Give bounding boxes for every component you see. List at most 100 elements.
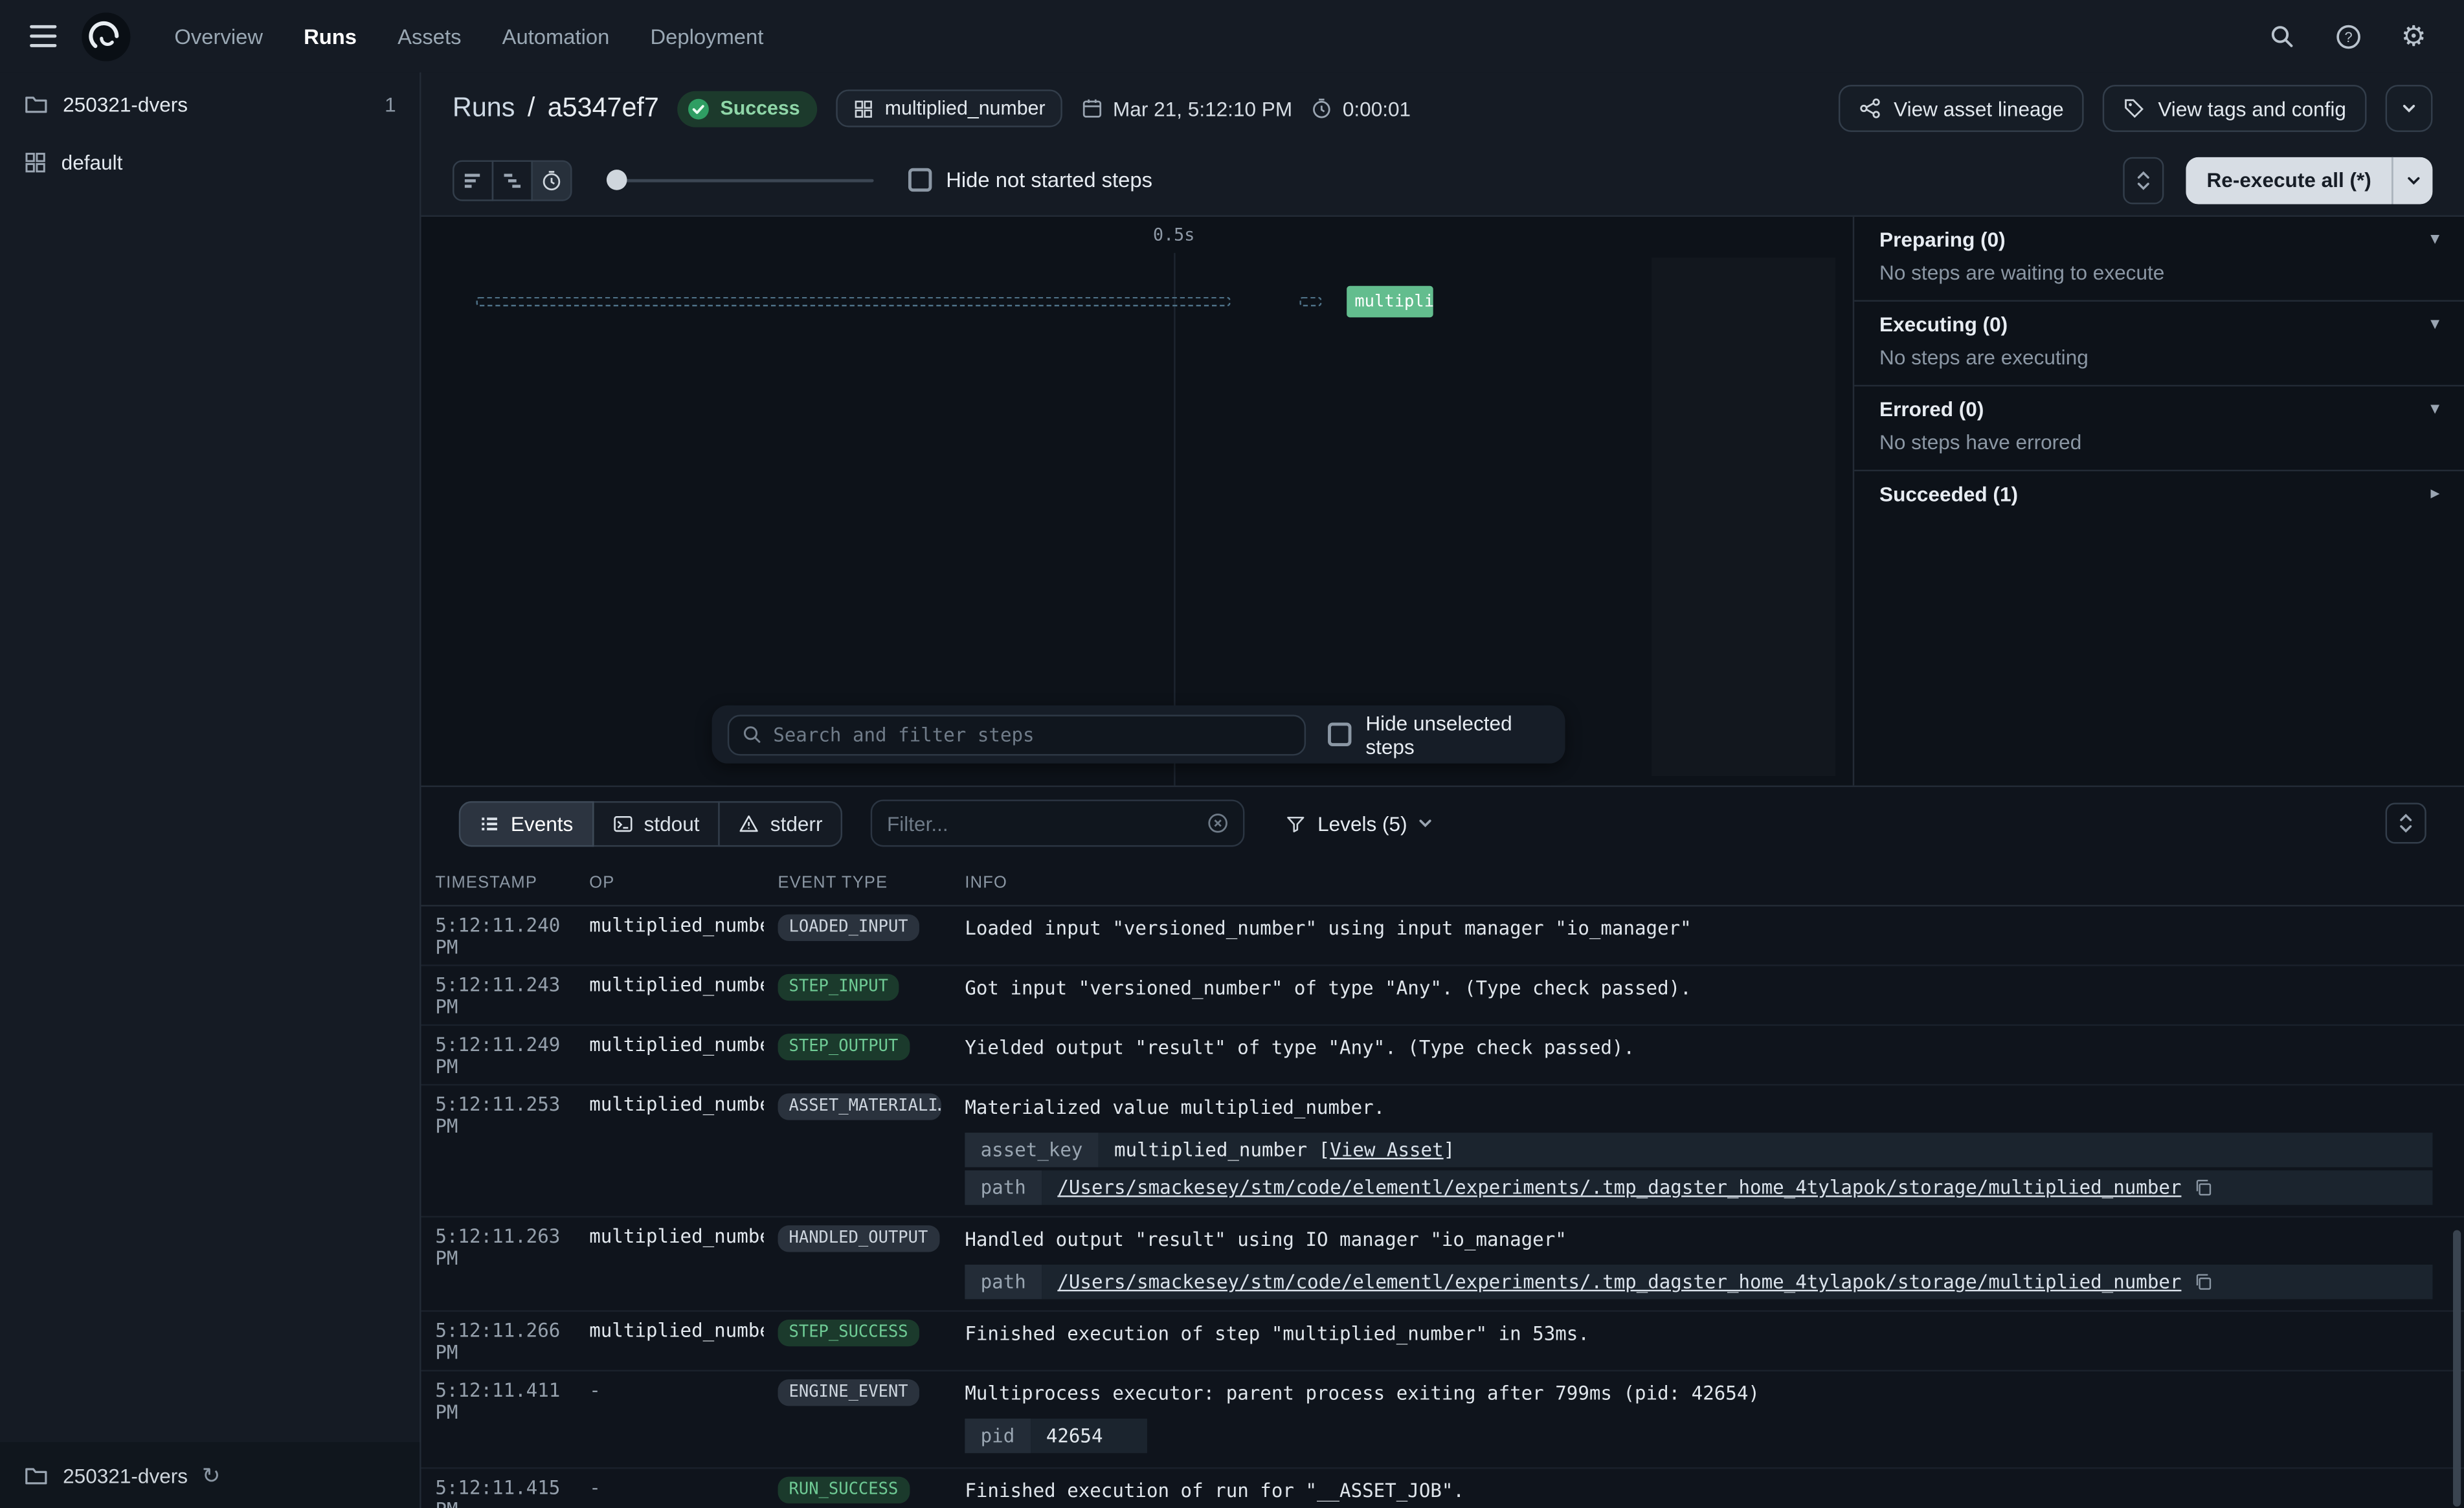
nav-overview[interactable]: Overview [174,25,263,48]
metadata-label: path [965,1265,1042,1299]
view-asset-link[interactable]: View Asset [1330,1136,1443,1164]
hide-unselected-checkbox[interactable]: Hide unselected steps [1328,711,1549,758]
event-type-cell: STEP_SUCCESS [764,1320,951,1351]
timer-icon [1311,97,1333,119]
path-link[interactable]: /Users/smackesey/stm/code/elementl/exper… [1057,1268,2181,1296]
event-timestamp[interactable]: 5:12:11.263 PM [421,1225,576,1269]
event-log-row: 5:12:11.253 PM multiplied_number ASSET_M… [421,1085,2464,1217]
check-circle-icon [688,96,711,120]
gantt-ruler-label: 0.5s [1153,225,1194,245]
event-timestamp[interactable]: 5:12:11.266 PM [421,1320,576,1364]
log-filter-input[interactable] [887,812,1196,835]
levels-dropdown-button[interactable]: Levels (5) [1270,799,1450,847]
event-timestamp[interactable]: 5:12:11.415 PM [421,1477,576,1508]
event-info-cell: Loaded input "versioned_number" using in… [951,915,2464,943]
gantt-step-box[interactable]: multipli… [1347,286,1433,318]
chevron-down-icon [2401,100,2417,116]
log-expand-button[interactable] [2386,803,2426,843]
waterfall-view-icon[interactable] [492,159,533,200]
event-log-row: 5:12:11.243 PM multiplied_number STEP_IN… [421,966,2464,1026]
path-link[interactable]: /Users/smackesey/stm/code/elementl/exper… [1057,1173,2181,1202]
breadcrumb-runs-link[interactable]: Runs [453,93,515,124]
event-info-text: Multiprocess executor: parent process ex… [965,1379,2432,1408]
vertical-scrollbar-thumb[interactable] [2453,1230,2461,1507]
chevron-down-icon: ▾ [2431,316,2439,333]
metadata-row: asset_keymultiplied_number [View Asset] [965,1133,2432,1167]
run-id: a5347ef7 [548,93,659,124]
job-chip[interactable]: multiplied_number [836,89,1062,127]
event-op: multiplied_number [575,915,763,937]
checkbox-box[interactable] [908,168,932,192]
zoom-slider[interactable] [607,178,874,181]
step-section-title: Preparing (0) [1879,228,2006,251]
checkbox-box[interactable] [1328,723,1351,746]
metadata-value: 42654 [1031,1419,1147,1453]
event-timestamp[interactable]: 5:12:11.249 PM [421,1034,576,1078]
copy-icon[interactable] [2194,1178,2213,1197]
reexecute-dropdown-button[interactable] [2391,157,2432,204]
event-info-cell: Finished execution of run for "__ASSET_J… [951,1477,2464,1505]
nav-deployment[interactable]: Deployment [650,25,763,48]
step-section-succeeded: Succeeded (1) ▸ [1854,470,2464,515]
step-section-header[interactable]: Executing (0) ▾ [1854,302,2464,346]
nav-runs[interactable]: Runs [304,25,357,48]
gantt-overflow-band [1652,258,1835,776]
step-search-input[interactable] [773,724,1292,746]
sidebar-item-repo[interactable]: 250321-dvers 1 [0,72,420,135]
chevron-down-icon: ▾ [2431,401,2439,418]
reload-icon[interactable]: ↻ [202,1464,220,1486]
event-timestamp[interactable]: 5:12:11.253 PM [421,1093,576,1137]
tab-stdout[interactable]: stdout [592,801,720,846]
event-info-cell: Materialized value multiplied_number. as… [951,1093,2464,1210]
view-tags-config-button[interactable]: View tags and config [2103,85,2366,132]
log-filter-box[interactable] [871,799,1246,847]
step-section-executing: Executing (0) ▾ No steps are executing [1854,300,2464,385]
metadata-value: multiplied_number [View Asset] [1099,1133,2433,1167]
copy-icon[interactable] [2194,1272,2213,1291]
sidebar-item-default[interactable]: default [0,135,420,189]
view-asset-lineage-button[interactable]: View asset lineage [1839,85,2084,132]
tab-stderr[interactable]: stderr [719,801,843,846]
event-timestamp[interactable]: 5:12:11.411 PM [421,1379,576,1423]
help-icon[interactable]: ? [2325,14,2369,58]
hide-not-started-label: Hide not started steps [946,168,1152,192]
event-info-text: Yielded output "result" of type "Any". (… [965,1034,2432,1062]
gear-icon[interactable]: ⚙ [2391,14,2436,58]
event-type-chip: ENGINE_EVENT [778,1379,919,1406]
flat-view-icon[interactable] [453,159,493,200]
event-log-section: Events stdout stderr [421,786,2464,1508]
tab-label: Events [511,812,573,835]
event-timestamp[interactable]: 5:12:11.240 PM [421,915,576,959]
step-section-header[interactable]: Succeeded (1) ▸ [1854,471,2464,515]
log-toolbar: Events stdout stderr [421,787,2464,859]
metadata-label: path [965,1170,1042,1204]
event-info-cell: Got input "versioned_number" of type "An… [951,974,2464,1003]
menu-icon[interactable] [22,16,63,56]
step-search-box[interactable] [728,714,1306,755]
event-info-text: Finished execution of run for "__ASSET_J… [965,1477,2432,1505]
clear-filter-icon[interactable] [1207,812,1229,834]
metadata-label: pid [965,1419,1030,1453]
dagster-app: Overview Runs Assets Automation Deployme… [0,0,2464,1508]
dagster-logo[interactable] [82,12,130,60]
step-section-body: No steps are waiting to execute [1854,261,2464,300]
sidebar-footer[interactable]: 250321-dvers ↻ [0,1442,420,1508]
zoom-slider-knob[interactable] [607,169,627,190]
nav-automation[interactable]: Automation [502,25,610,48]
nav-assets[interactable]: Assets [398,25,461,48]
run-actions-dropdown-button[interactable] [2386,85,2433,132]
event-log-row: 5:12:11.415 PM - RUN_SUCCESS Finished ex… [421,1469,2464,1508]
search-icon[interactable] [2259,14,2303,58]
event-timestamp[interactable]: 5:12:11.243 PM [421,974,576,1018]
step-section-header[interactable]: Preparing (0) ▾ [1854,217,2464,261]
hide-not-started-checkbox[interactable]: Hide not started steps [908,168,1152,192]
reexecute-all-button[interactable]: Re-execute all (*) [2186,157,2391,204]
step-section-preparing: Preparing (0) ▾ No steps are waiting to … [1854,217,2464,300]
timed-view-icon[interactable] [531,159,572,200]
tab-events[interactable]: Events [459,801,594,846]
step-section-header[interactable]: Errored (0) ▾ [1854,386,2464,430]
gantt-chart: 0.5s multipli… Hide unselected steps [421,217,1853,786]
panel-expand-button[interactable] [2123,157,2164,204]
gantt-dashed-step[interactable] [476,297,1230,307]
main-content: Runs / a5347ef7 Success multiplied_numbe… [421,72,2464,1508]
